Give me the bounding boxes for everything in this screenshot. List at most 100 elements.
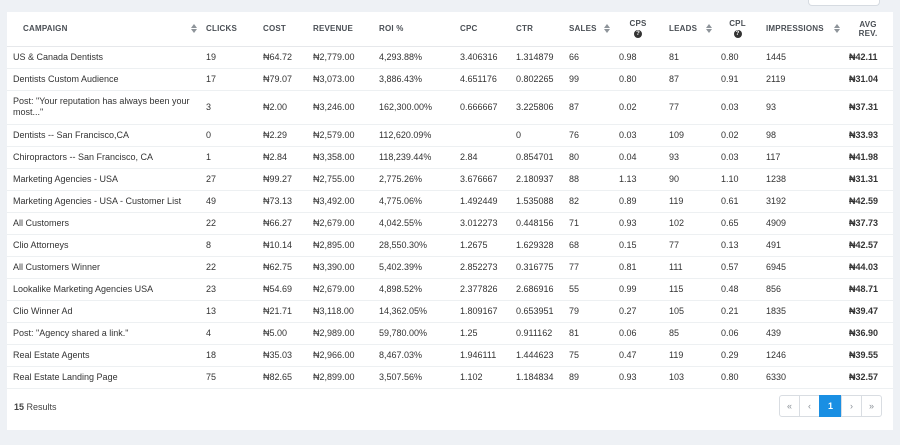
col-header-clicks[interactable]: CLICKS bbox=[200, 12, 257, 47]
results-number: 15 bbox=[14, 402, 25, 412]
campaign-table: CAMPAIGN CLICKS COST REVENUE ROI % CPC C… bbox=[7, 12, 893, 389]
cell-leads: 115 bbox=[663, 278, 715, 301]
cell-impressions: 117 bbox=[760, 146, 843, 169]
cell-roi: 2,775.26% bbox=[373, 168, 454, 191]
table-body: US & Canada Dentists 19 ₦64.72 ₦2,779.00 4,2… bbox=[7, 46, 893, 389]
table-row: Post: "Your reputation has always been y… bbox=[7, 90, 893, 125]
cell-cpl: 0.48 bbox=[715, 278, 760, 301]
cell-clicks: 23 bbox=[200, 278, 257, 301]
cell-clicks: 1 bbox=[200, 146, 257, 169]
cell-revenue: ₦2,679.00 bbox=[307, 212, 373, 235]
cell-clicks: 75 bbox=[200, 366, 257, 389]
col-header-label: CPC bbox=[460, 24, 478, 34]
sort-icon[interactable] bbox=[604, 23, 610, 35]
help-icon[interactable]: ? bbox=[634, 30, 642, 39]
cell-avg-rev: ₦42.11 bbox=[843, 46, 893, 69]
sort-icon[interactable] bbox=[834, 23, 840, 35]
cell-clicks: 19 bbox=[200, 46, 257, 69]
cell-impressions: 1445 bbox=[760, 46, 843, 69]
cell-cpc: 3.012273 bbox=[454, 212, 510, 235]
cell-sales: 77 bbox=[563, 256, 613, 279]
cell-roi: 118,239.44% bbox=[373, 146, 454, 169]
col-header-campaign[interactable]: CAMPAIGN bbox=[7, 12, 200, 47]
cell-cost: ₦2.29 bbox=[257, 124, 307, 147]
table-row: Dentists Custom Audience 17 ₦79.07 ₦3,073.0… bbox=[7, 68, 893, 91]
cell-revenue: ₦3,358.00 bbox=[307, 146, 373, 169]
cell-revenue: ₦3,073.00 bbox=[307, 68, 373, 91]
cell-clicks: 17 bbox=[200, 68, 257, 91]
cell-cpc: 2.852273 bbox=[454, 256, 510, 279]
col-header-leads[interactable]: LEADS bbox=[663, 12, 715, 47]
cell-sales: 79 bbox=[563, 300, 613, 323]
cell-impressions: 4909 bbox=[760, 212, 843, 235]
col-header-avg-rev[interactable]: AVG REV. bbox=[843, 12, 893, 47]
next-page-button[interactable]: › bbox=[841, 395, 862, 417]
page-button-current[interactable]: 1 bbox=[819, 395, 842, 417]
last-page-button[interactable]: » bbox=[861, 395, 882, 417]
cell-impressions: 2119 bbox=[760, 68, 843, 91]
cell-clicks: 13 bbox=[200, 300, 257, 323]
cell-roi: 28,550.30% bbox=[373, 234, 454, 257]
col-header-label: COST bbox=[263, 24, 287, 34]
col-header-sales[interactable]: SALES bbox=[563, 12, 613, 47]
cell-impressions: 1835 bbox=[760, 300, 843, 323]
prev-page-button[interactable]: ‹ bbox=[799, 395, 820, 417]
cell-sales: 81 bbox=[563, 322, 613, 345]
cell-cpl: 0.57 bbox=[715, 256, 760, 279]
cell-cost: ₦66.27 bbox=[257, 212, 307, 235]
cell-cpc: 1.809167 bbox=[454, 300, 510, 323]
cell-cpc: 4.651176 bbox=[454, 68, 510, 91]
top-dropdown-stub[interactable] bbox=[808, 0, 880, 6]
cell-cost: ₦82.65 bbox=[257, 366, 307, 389]
table-row: Real Estate Agents 18 ₦35.03 ₦2,966.00 8,467… bbox=[7, 344, 893, 367]
col-header-label: AVG bbox=[859, 19, 877, 29]
table-row: Clio Winner Ad 13 ₦21.71 ₦3,118.00 14,362.05… bbox=[7, 300, 893, 323]
cell-cpc: 1.25 bbox=[454, 322, 510, 345]
cell-campaign: Real Estate Landing Page bbox=[7, 366, 200, 389]
cell-ctr: 0.448156 bbox=[510, 212, 563, 235]
col-header-cpc[interactable]: CPC bbox=[454, 12, 510, 47]
table-row: Dentists -- San Francisco,CA 0 ₦2.29 ₦2,579… bbox=[7, 124, 893, 147]
col-header-cpl[interactable]: CPL ? bbox=[715, 12, 760, 47]
cell-campaign: Post: "Agency shared a link." bbox=[7, 322, 200, 345]
cell-campaign: Lookalike Marketing Agencies USA bbox=[7, 278, 200, 301]
results-count: 15 Results bbox=[14, 402, 57, 412]
col-header-cost[interactable]: COST bbox=[257, 12, 307, 47]
cell-campaign: Real Estate Agents bbox=[7, 344, 200, 367]
sort-icon[interactable] bbox=[191, 23, 197, 35]
cell-clicks: 3 bbox=[200, 90, 257, 125]
col-header-impressions[interactable]: IMPRESSIONS bbox=[760, 12, 843, 47]
cell-cps: 0.47 bbox=[613, 344, 663, 367]
cell-clicks: 8 bbox=[200, 234, 257, 257]
table-row: Lookalike Marketing Agencies USA 23 ₦54.69… bbox=[7, 278, 893, 301]
col-header-label: CPS bbox=[629, 19, 647, 29]
table-row: Post: "Agency shared a link." 4 ₦5.00 ₦2,98… bbox=[7, 322, 893, 345]
cell-sales: 66 bbox=[563, 46, 613, 69]
cell-roi: 4,775.06% bbox=[373, 190, 454, 213]
col-header-revenue[interactable]: REVENUE bbox=[307, 12, 373, 47]
cell-leads: 102 bbox=[663, 212, 715, 235]
first-page-button[interactable]: « bbox=[779, 395, 800, 417]
help-icon[interactable]: ? bbox=[733, 30, 742, 39]
col-header-label: REVENUE bbox=[313, 24, 354, 34]
col-header-roi[interactable]: ROI % bbox=[373, 12, 454, 47]
col-header-ctr[interactable]: CTR bbox=[510, 12, 563, 47]
cell-ctr: 2.180937 bbox=[510, 168, 563, 191]
sort-icon[interactable] bbox=[706, 23, 712, 35]
cell-roi: 14,362.05% bbox=[373, 300, 454, 323]
cell-sales: 55 bbox=[563, 278, 613, 301]
col-header-label: CPL bbox=[729, 19, 746, 29]
col-header-label: CAMPAIGN bbox=[23, 24, 68, 34]
cell-roi: 162,300.00% bbox=[373, 90, 454, 125]
cell-cpc: 0.666667 bbox=[454, 90, 510, 125]
cell-cps: 0.15 bbox=[613, 234, 663, 257]
cell-campaign: Dentists -- San Francisco,CA bbox=[7, 124, 200, 147]
cell-ctr: 0 bbox=[510, 124, 563, 147]
col-header-label: LEADS bbox=[669, 24, 698, 34]
col-header-label: CTR bbox=[516, 24, 534, 34]
cell-cpc: 1.946111 bbox=[454, 344, 510, 367]
cell-cps: 0.02 bbox=[613, 90, 663, 125]
cell-cost: ₦35.03 bbox=[257, 344, 307, 367]
cell-avg-rev: ₦31.31 bbox=[843, 168, 893, 191]
col-header-cps[interactable]: CPS ? bbox=[613, 12, 663, 47]
